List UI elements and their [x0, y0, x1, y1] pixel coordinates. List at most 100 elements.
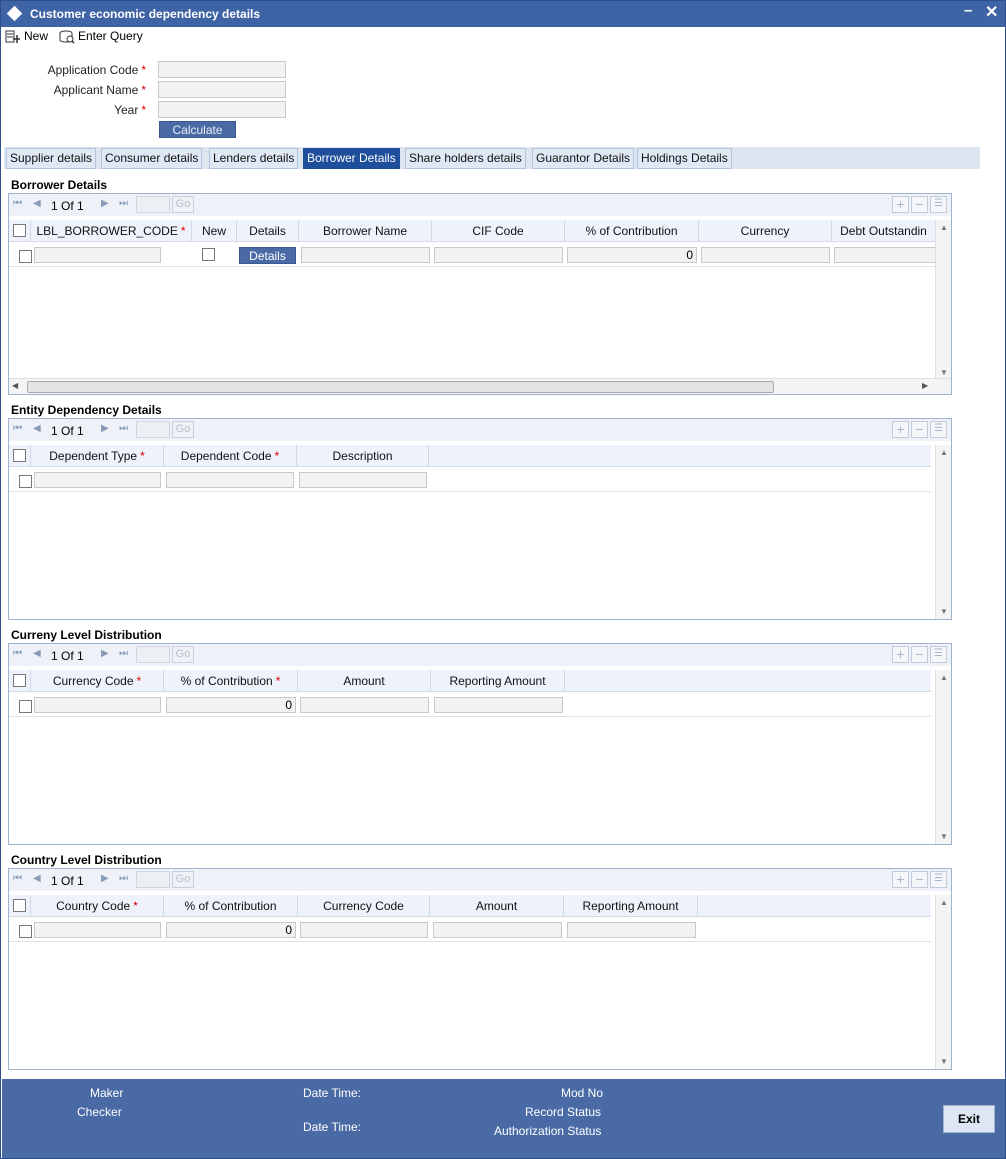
- prev-page-icon[interactable]: ◀: [33, 198, 41, 209]
- scroll-left-icon[interactable]: ◀: [12, 381, 18, 390]
- add-row-icon[interactable]: +: [892, 871, 909, 888]
- col-details: Details: [237, 220, 299, 242]
- application-code-input[interactable]: [158, 61, 286, 78]
- scroll-down-icon[interactable]: ▼: [940, 368, 948, 377]
- tab-share-holders-details[interactable]: Share holders details: [405, 148, 526, 169]
- delete-row-icon[interactable]: −: [911, 421, 928, 438]
- select-all-checkbox[interactable]: [13, 674, 26, 687]
- currency-vertical-scrollbar[interactable]: ▲ ▼: [935, 670, 951, 844]
- scroll-down-icon[interactable]: ▼: [940, 1057, 948, 1066]
- first-page-icon[interactable]: ⏮: [13, 648, 22, 659]
- calculate-button[interactable]: Calculate: [159, 121, 236, 138]
- first-page-icon[interactable]: ⏮: [13, 423, 22, 434]
- tab-lenders-details[interactable]: Lenders details: [209, 148, 299, 169]
- last-page-icon[interactable]: ⏭: [119, 873, 128, 884]
- add-row-icon[interactable]: +: [892, 196, 909, 213]
- year-input[interactable]: [158, 101, 286, 118]
- col-borrower-name: Borrower Name: [299, 220, 432, 242]
- next-page-icon[interactable]: ▶: [101, 648, 109, 659]
- add-row-icon[interactable]: +: [892, 646, 909, 663]
- next-page-icon[interactable]: ▶: [101, 423, 109, 434]
- new-button[interactable]: New: [5, 29, 48, 44]
- row-select-checkbox[interactable]: [19, 475, 32, 488]
- new-checkbox[interactable]: [202, 248, 215, 261]
- row-select-checkbox[interactable]: [19, 700, 32, 713]
- tab-holdings-details[interactable]: Holdings Details: [637, 148, 732, 169]
- close-icon[interactable]: ✕: [985, 2, 998, 22]
- go-button[interactable]: Go: [172, 421, 194, 438]
- prev-page-icon[interactable]: ◀: [33, 423, 41, 434]
- scroll-up-icon[interactable]: ▲: [940, 673, 948, 682]
- scroll-up-icon[interactable]: ▲: [940, 448, 948, 457]
- tab-guarantor-details[interactable]: Guarantor Details: [532, 148, 635, 169]
- reporting-amount-input[interactable]: [567, 922, 696, 938]
- view-list-icon[interactable]: ☰: [930, 646, 947, 663]
- col-reporting-amount: Reporting Amount: [564, 895, 698, 917]
- last-page-icon[interactable]: ⏭: [119, 648, 128, 659]
- first-page-icon[interactable]: ⏮: [13, 873, 22, 884]
- scroll-right-icon[interactable]: ▶: [922, 381, 928, 390]
- borrower-vertical-scrollbar[interactable]: ▲ ▼: [935, 220, 951, 380]
- debt-outstanding-input[interactable]: [834, 247, 935, 263]
- scroll-down-icon[interactable]: ▼: [940, 832, 948, 841]
- details-button[interactable]: Details: [239, 247, 296, 264]
- reporting-amount-input[interactable]: [434, 697, 563, 713]
- horizontal-scroll-thumb[interactable]: [27, 381, 774, 393]
- delete-row-icon[interactable]: −: [911, 871, 928, 888]
- view-list-icon[interactable]: ☰: [930, 196, 947, 213]
- cif-code-input[interactable]: [434, 247, 563, 263]
- exit-button[interactable]: Exit: [943, 1105, 995, 1133]
- next-page-icon[interactable]: ▶: [101, 873, 109, 884]
- go-button[interactable]: Go: [172, 646, 194, 663]
- last-page-icon[interactable]: ⏭: [119, 423, 128, 434]
- borrower-name-input[interactable]: [301, 247, 430, 263]
- page-number-input[interactable]: [136, 196, 170, 213]
- add-row-icon[interactable]: +: [892, 421, 909, 438]
- window-title: Customer economic dependency details: [30, 7, 261, 21]
- borrower-code-input[interactable]: [34, 247, 161, 263]
- currency-code-input[interactable]: [300, 922, 428, 938]
- select-all-checkbox[interactable]: [13, 899, 26, 912]
- contribution-input[interactable]: 0: [166, 697, 296, 713]
- view-list-icon[interactable]: ☰: [930, 421, 947, 438]
- scroll-up-icon[interactable]: ▲: [940, 223, 948, 232]
- page-number-input[interactable]: [136, 421, 170, 438]
- last-page-icon[interactable]: ⏭: [119, 198, 128, 209]
- country-code-input[interactable]: [34, 922, 161, 938]
- delete-row-icon[interactable]: −: [911, 196, 928, 213]
- description-input[interactable]: [299, 472, 427, 488]
- select-all-checkbox[interactable]: [13, 449, 26, 462]
- view-list-icon[interactable]: ☰: [930, 871, 947, 888]
- page-number-input[interactable]: [136, 646, 170, 663]
- prev-page-icon[interactable]: ◀: [33, 873, 41, 884]
- currency-input[interactable]: [701, 247, 830, 263]
- amount-input[interactable]: [433, 922, 562, 938]
- page-number-input[interactable]: [136, 871, 170, 888]
- tab-supplier-details[interactable]: Supplier details: [6, 148, 97, 169]
- country-vertical-scrollbar[interactable]: ▲ ▼: [935, 895, 951, 1069]
- go-button[interactable]: Go: [172, 871, 194, 888]
- row-select-checkbox[interactable]: [19, 250, 32, 263]
- go-button[interactable]: Go: [172, 196, 194, 213]
- row-select-checkbox[interactable]: [19, 925, 32, 938]
- first-page-icon[interactable]: ⏮: [13, 198, 22, 209]
- currency-code-input[interactable]: [34, 697, 161, 713]
- dependent-code-input[interactable]: [166, 472, 294, 488]
- scroll-up-icon[interactable]: ▲: [940, 898, 948, 907]
- entity-vertical-scrollbar[interactable]: ▲ ▼: [935, 445, 951, 619]
- select-all-checkbox[interactable]: [13, 224, 26, 237]
- enter-query-button[interactable]: Enter Query: [59, 29, 143, 44]
- borrower-horizontal-scrollbar[interactable]: ◀ ▶: [9, 378, 951, 394]
- prev-page-icon[interactable]: ◀: [33, 648, 41, 659]
- delete-row-icon[interactable]: −: [911, 646, 928, 663]
- tab-borrower-details[interactable]: Borrower Details: [303, 148, 400, 169]
- amount-input[interactable]: [300, 697, 429, 713]
- contribution-input[interactable]: 0: [166, 922, 296, 938]
- contribution-input[interactable]: 0: [567, 247, 697, 263]
- scroll-down-icon[interactable]: ▼: [940, 607, 948, 616]
- dependent-type-input[interactable]: [34, 472, 161, 488]
- minimize-icon[interactable]: –: [964, 2, 972, 19]
- applicant-name-input[interactable]: [158, 81, 286, 98]
- next-page-icon[interactable]: ▶: [101, 198, 109, 209]
- tab-consumer-details[interactable]: Consumer details: [101, 148, 203, 169]
